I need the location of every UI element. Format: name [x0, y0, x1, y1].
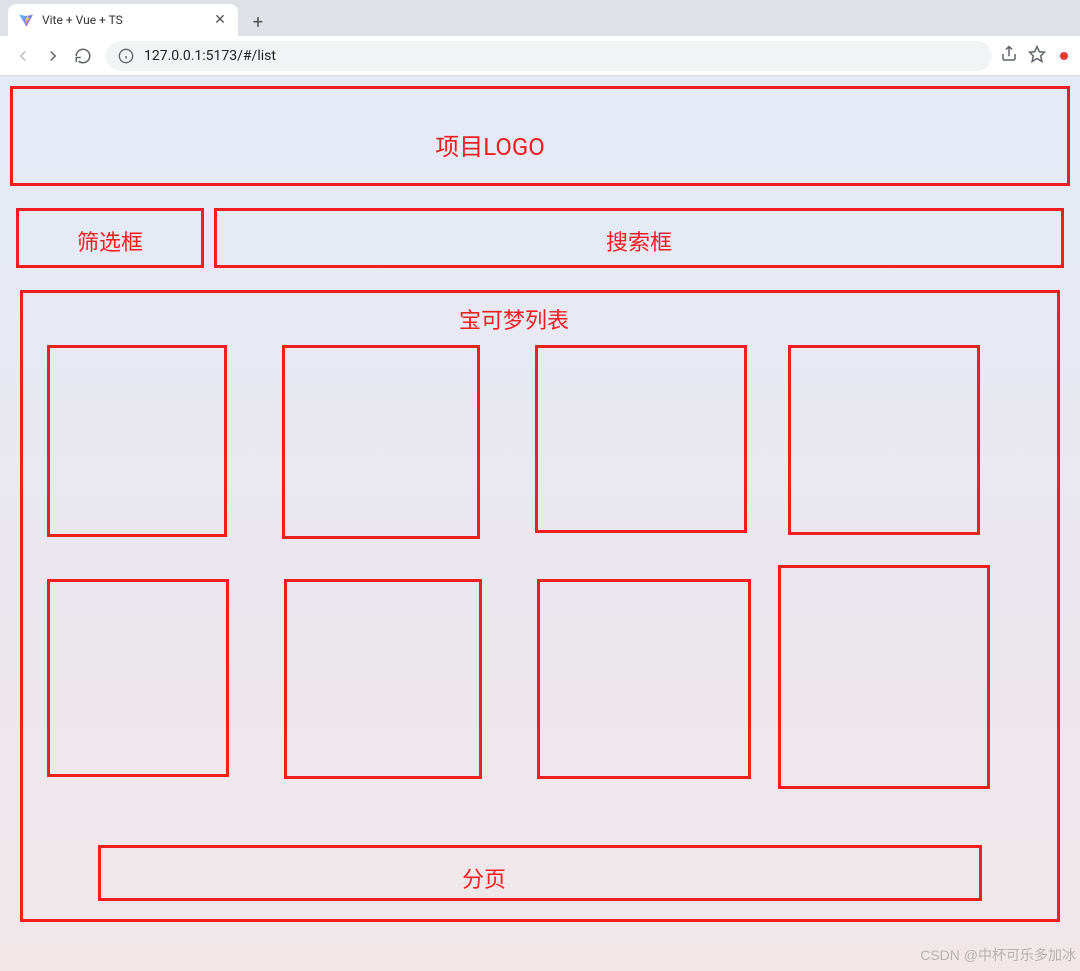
- list-item[interactable]: [535, 345, 747, 533]
- list-container: 宝可梦列表 分页: [20, 290, 1060, 922]
- filter-label: 筛选框: [77, 225, 143, 257]
- pagination-label: 分页: [462, 862, 506, 894]
- list-item[interactable]: [537, 579, 751, 779]
- list-item[interactable]: [284, 579, 482, 779]
- url-text: 127.0.0.1:5173/#/list: [144, 48, 980, 64]
- list-item[interactable]: [47, 579, 229, 777]
- browser-toolbar: 127.0.0.1:5173/#/list: [0, 36, 1080, 76]
- filter-box[interactable]: 筛选框: [16, 208, 204, 268]
- close-icon[interactable]: ✕: [212, 12, 228, 28]
- filter-search-row: 筛选框 搜索框: [10, 208, 1070, 268]
- info-icon[interactable]: [118, 48, 134, 64]
- tab-title: Vite + Vue + TS: [42, 13, 212, 27]
- search-box[interactable]: 搜索框: [214, 208, 1064, 268]
- vite-favicon-icon: [18, 12, 34, 28]
- page-viewport: 项目LOGO 筛选框 搜索框 宝可梦列表 分页 CSDN @中杯可乐多加冰: [0, 76, 1080, 971]
- notification-dot-icon: [1060, 52, 1068, 60]
- new-tab-button[interactable]: +: [244, 8, 272, 36]
- list-item[interactable]: [788, 345, 980, 535]
- logo-header-box: 项目LOGO: [10, 86, 1070, 186]
- forward-button[interactable]: [38, 41, 68, 71]
- list-item[interactable]: [778, 565, 990, 789]
- watermark: CSDN @中杯可乐多加冰: [920, 945, 1076, 965]
- browser-tab[interactable]: Vite + Vue + TS ✕: [8, 4, 238, 36]
- browser-chrome: Vite + Vue + TS ✕ + 127.0.0.1:5173/#/lis…: [0, 0, 1080, 76]
- list-item[interactable]: [47, 345, 227, 537]
- list-item[interactable]: [282, 345, 480, 539]
- back-button[interactable]: [8, 41, 38, 71]
- logo-label: 项目LOGO: [435, 127, 545, 162]
- toolbar-right: [1000, 45, 1072, 67]
- pagination-box[interactable]: 分页: [98, 845, 982, 901]
- search-label: 搜索框: [606, 225, 672, 257]
- card-grid: [43, 345, 1037, 789]
- address-bar[interactable]: 127.0.0.1:5173/#/list: [106, 41, 992, 71]
- share-icon[interactable]: [1000, 45, 1018, 67]
- list-title: 宝可梦列表: [17, 303, 1011, 335]
- reload-button[interactable]: [68, 41, 98, 71]
- star-icon[interactable]: [1028, 45, 1046, 67]
- tab-bar: Vite + Vue + TS ✕ +: [0, 0, 1080, 36]
